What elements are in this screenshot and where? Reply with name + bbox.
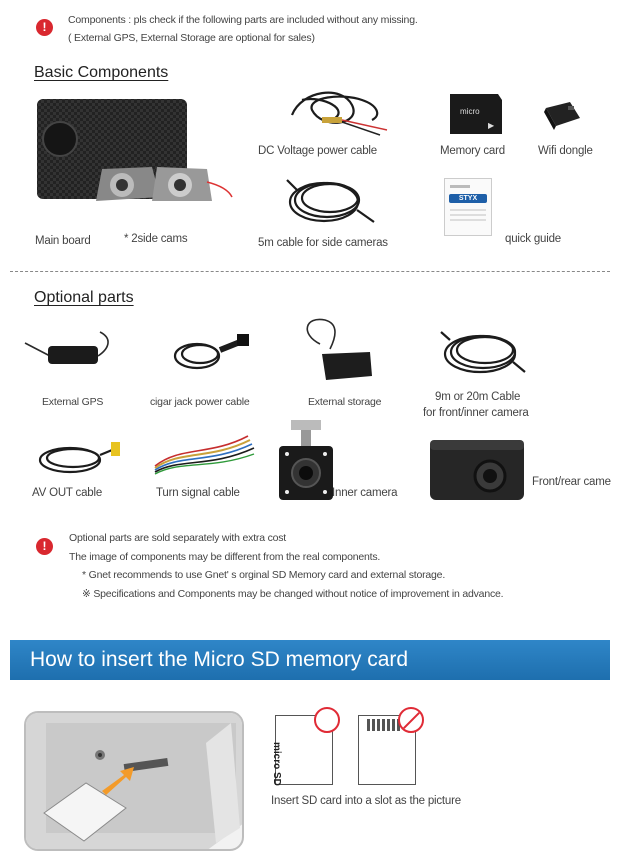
external-gps-label: External GPS	[42, 396, 104, 408]
quick-guide-image: STYX	[444, 178, 492, 236]
side-cable-label: 5m cable for side cameras	[258, 237, 388, 249]
main-board-label: Main board	[35, 235, 91, 247]
main-board-image	[37, 99, 233, 201]
external-gps-image	[24, 331, 109, 364]
section-divider	[10, 271, 610, 272]
wifi-dongle-label: Wifi dongle	[538, 145, 593, 157]
prohibited-icon	[398, 707, 424, 733]
basic-components-title: Basic Components	[34, 64, 169, 81]
sd-section-banner: How to insert the Micro SD memory card	[10, 640, 610, 680]
front-rear-camera-image	[430, 440, 524, 500]
front-rear-camera-label: Front/rear came	[532, 476, 611, 488]
turn-signal-cable-image	[154, 435, 255, 475]
inner-camera-image	[279, 420, 333, 500]
turn-signal-label: Turn signal cable	[156, 487, 240, 499]
cable-9m-label-line-1: 9m or 20m Cable	[435, 391, 521, 403]
external-storage-label: External storage	[308, 396, 382, 408]
front-inner-cable-image	[440, 331, 526, 374]
memory-card-image: micro ▶	[450, 94, 502, 134]
sd-slot-illustration	[26, 713, 242, 849]
dc-cable-label: DC Voltage power cable	[258, 145, 377, 157]
note-line-2: The image of components may be different…	[69, 551, 381, 563]
cable-9m-label-line-2: for front/inner camera	[423, 407, 529, 419]
note-line-1: Optional parts are sold separately with …	[69, 532, 287, 544]
cigar-jack-label: cigar jack power cable	[150, 396, 250, 408]
inner-camera-label: Inner camera	[332, 487, 398, 499]
side-camera-cable-image	[286, 179, 375, 223]
guide-brand: STYX	[449, 194, 487, 203]
intro-line-2: ( External GPS, External Storage are opt…	[68, 32, 315, 44]
svg-text:micro: micro	[460, 107, 480, 116]
quick-guide-label: quick guide	[505, 233, 561, 245]
intro-line-1: Components : pls check if the following …	[68, 14, 418, 26]
correct-circle-icon	[314, 707, 340, 733]
wifi-dongle-image	[544, 102, 580, 130]
sd-instruction-text: Insert SD card into a slot as the pictur…	[271, 795, 461, 807]
cigar-jack-cable-image	[173, 334, 249, 370]
sd-slot-diagram	[24, 711, 244, 851]
dc-power-cable-image	[290, 91, 388, 136]
sd-card-text: micro SD	[271, 742, 282, 786]
note-line-4: ※ Specifications and Components may be c…	[82, 588, 504, 600]
av-out-label: AV OUT cable	[32, 487, 103, 499]
warning-icon: !	[36, 19, 53, 36]
av-out-cable-image	[38, 442, 120, 474]
external-storage-image	[306, 318, 372, 380]
memory-card-label: Memory card	[440, 145, 505, 157]
svg-text:▶: ▶	[488, 121, 495, 130]
note-line-3: * Gnet recommends to use Gnet' s orginal…	[82, 569, 446, 581]
notes-warning-icon: !	[36, 538, 53, 555]
side-cams-label: * 2side cams	[124, 233, 188, 245]
optional-parts-title: Optional parts	[34, 289, 134, 306]
